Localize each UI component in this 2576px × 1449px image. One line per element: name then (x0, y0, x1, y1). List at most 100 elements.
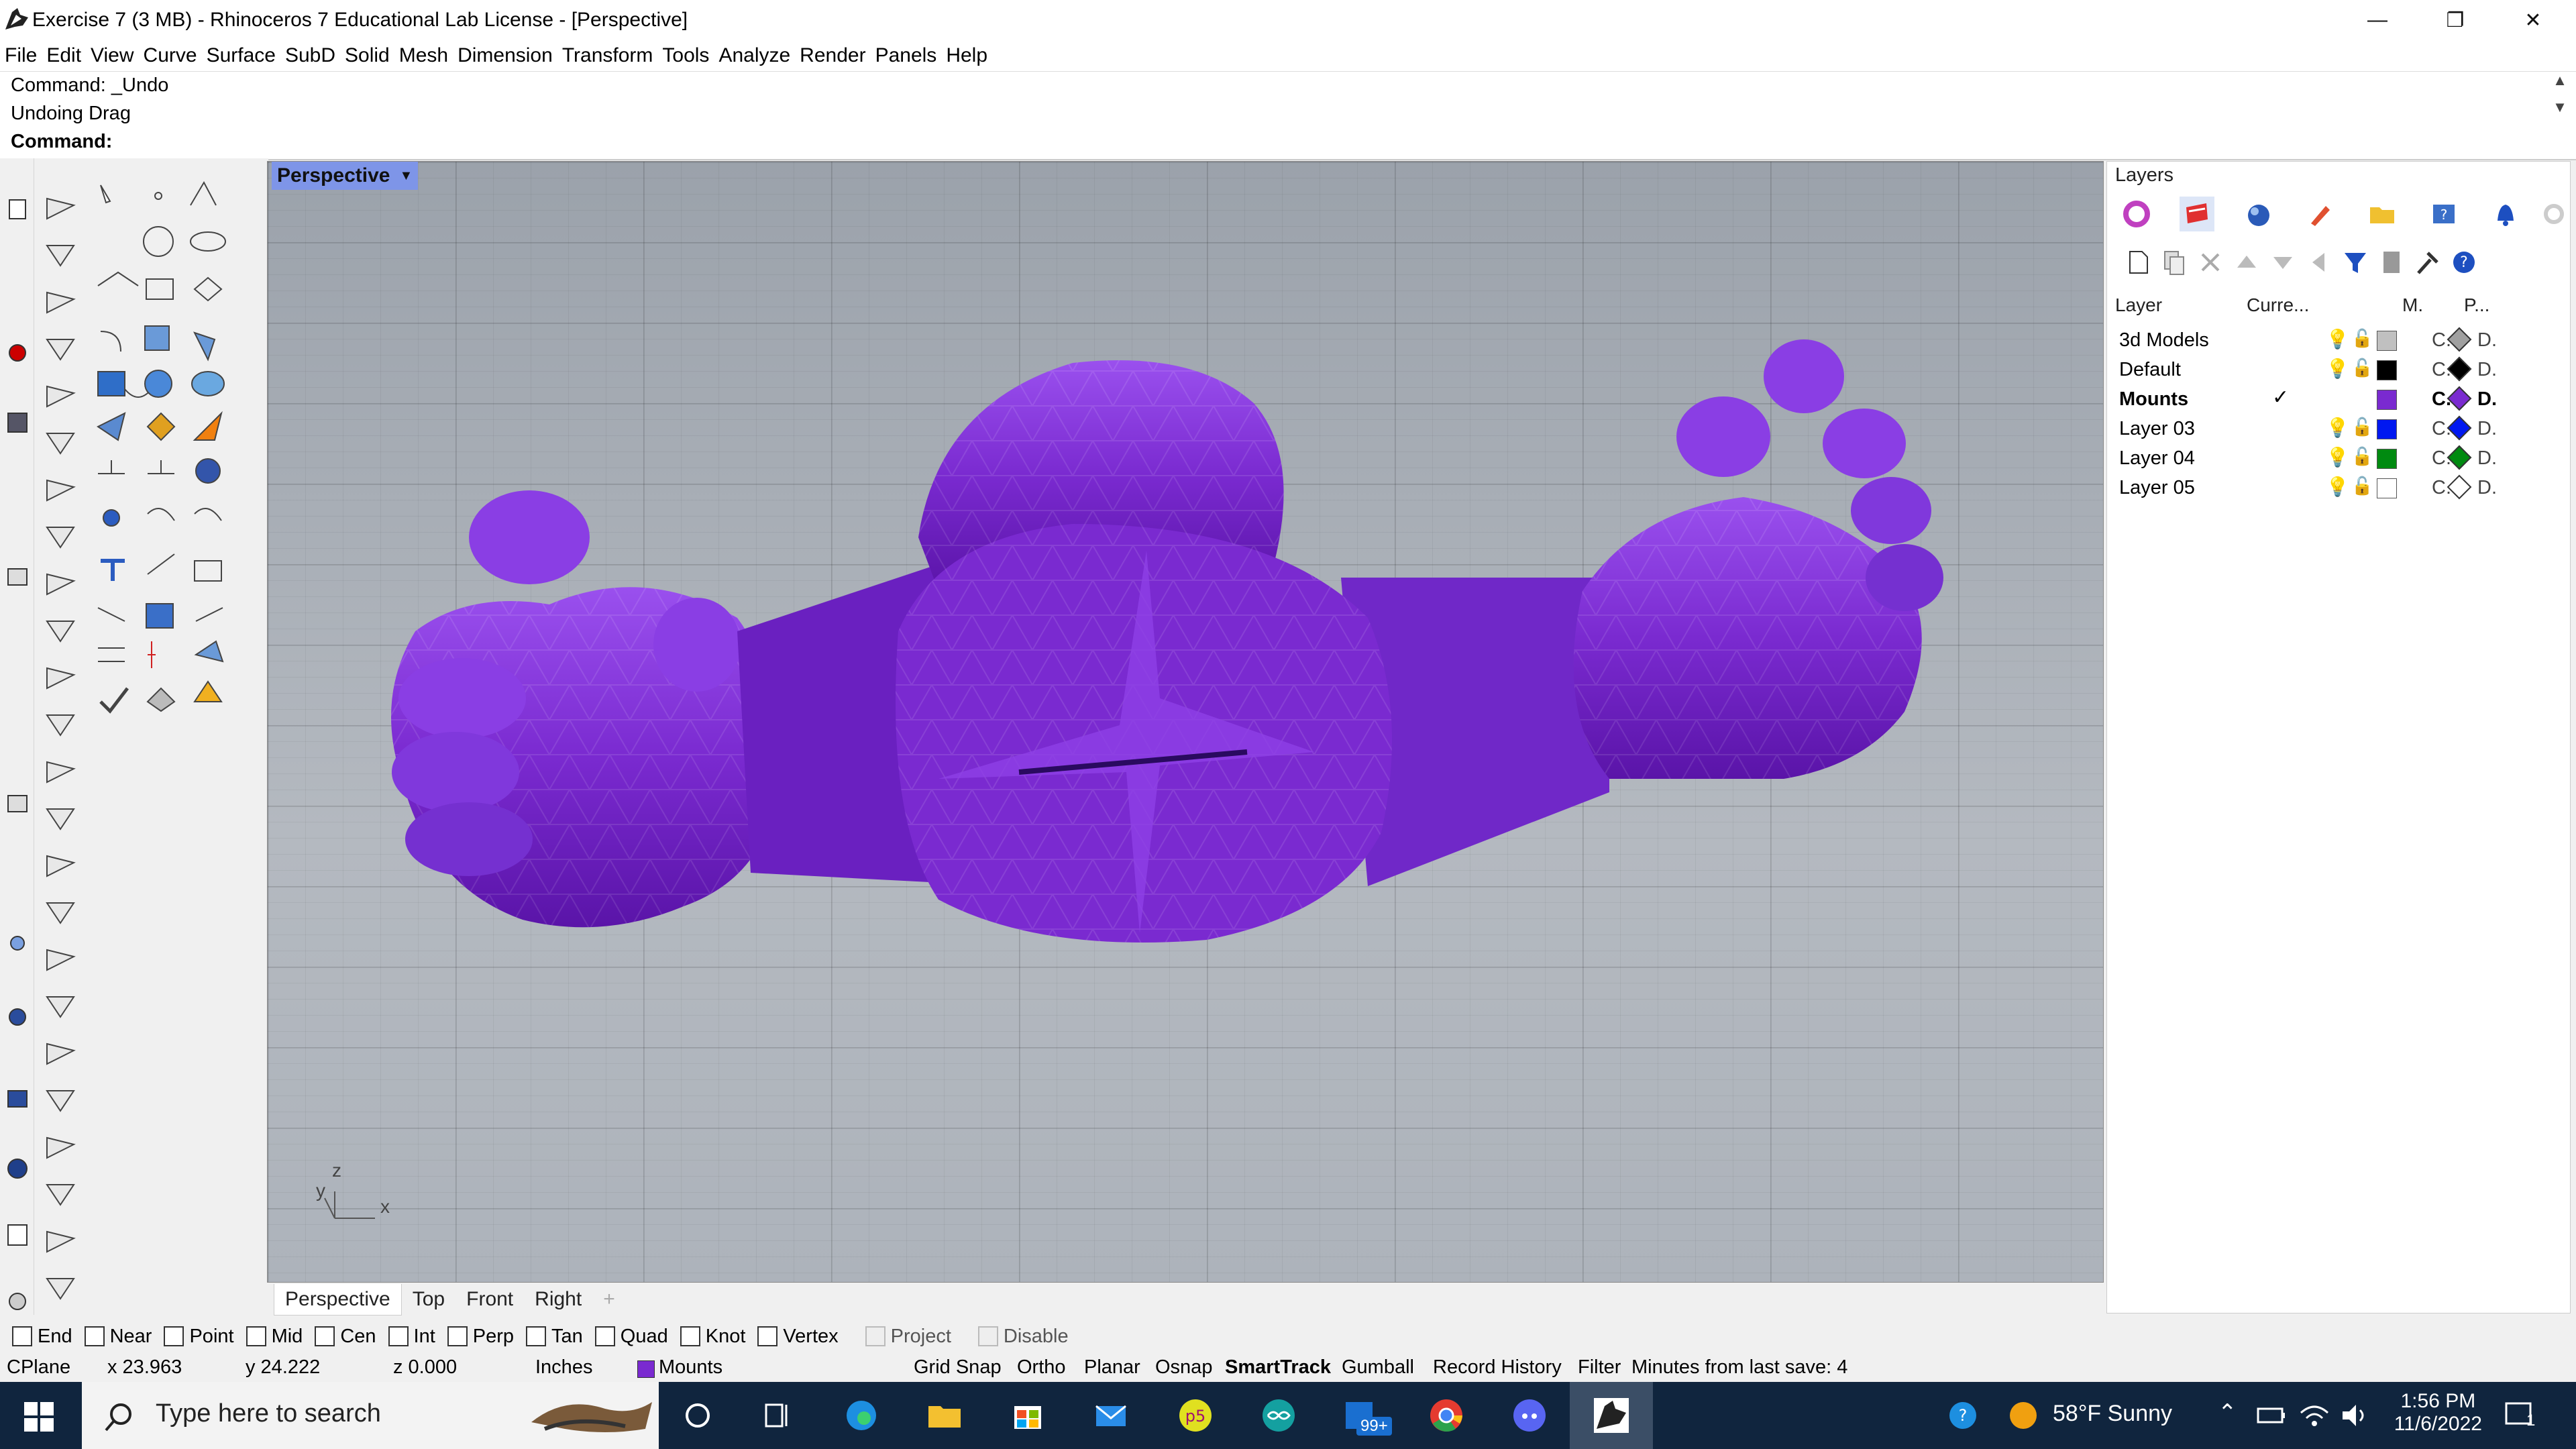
material-icon[interactable] (2303, 197, 2338, 231)
layer-row[interactable]: Layer 03 💡 🔓 C. D. (2111, 414, 2561, 443)
osnap-int[interactable]: Int (388, 1326, 435, 1348)
smarttrack-toggle[interactable]: SmartTrack (1225, 1356, 1331, 1379)
discord-icon[interactable] (1509, 1395, 1550, 1436)
osnap-mid[interactable]: Mid (246, 1326, 303, 1348)
add-tab-button[interactable]: + (592, 1284, 626, 1315)
osnap-point[interactable]: Point (164, 1326, 234, 1348)
menu-subd[interactable]: SubD (280, 41, 340, 70)
menu-transform[interactable]: Transform (557, 41, 658, 70)
gear-icon[interactable] (2536, 197, 2571, 231)
column-header-current[interactable]: Curre... (2247, 294, 2309, 316)
gumball-toggle[interactable]: Gumball (1342, 1356, 1414, 1379)
menu-view[interactable]: View (86, 41, 138, 70)
record-history-toggle[interactable]: Record History (1433, 1356, 1562, 1379)
osnap-end[interactable]: End (12, 1326, 72, 1348)
tab-front[interactable]: Front (455, 1284, 524, 1315)
checkbox[interactable] (526, 1326, 547, 1346)
layer-row[interactable]: Default 💡 🔓 C. D. (2111, 355, 2561, 384)
osnap-near[interactable]: Near (84, 1326, 152, 1348)
menu-help[interactable]: Help (941, 41, 992, 70)
layer-color-swatch[interactable] (2377, 419, 2397, 439)
ortho-toggle[interactable]: Ortho (1017, 1356, 1066, 1379)
command-input[interactable] (115, 131, 2530, 155)
osnap-tan[interactable]: Tan (526, 1326, 583, 1348)
checkbox[interactable] (865, 1326, 885, 1346)
delete-icon[interactable] (2194, 246, 2226, 278)
menu-dimension[interactable]: Dimension (453, 41, 557, 70)
lightbulb-icon[interactable]: 💡 (2326, 358, 2349, 380)
column-header-layer[interactable]: Layer (2115, 294, 2162, 316)
lock-open-icon[interactable]: 🔓 (2351, 417, 2373, 437)
osnap-disable[interactable]: Disable (977, 1326, 1069, 1348)
properties-icon[interactable] (2119, 197, 2154, 231)
new-sublayer-icon[interactable] (2158, 246, 2190, 278)
new-layer-icon[interactable] (2122, 246, 2154, 278)
menu-tools[interactable]: Tools (657, 41, 714, 70)
tab-right[interactable]: Right (524, 1284, 592, 1315)
help-panel-icon[interactable]: ? (2426, 197, 2461, 231)
menu-mesh[interactable]: Mesh (394, 41, 453, 70)
column-header-material[interactable]: M. (2402, 294, 2423, 316)
rhino-taskbar-button[interactable] (1570, 1382, 1653, 1449)
checkbox[interactable] (246, 1326, 266, 1346)
close-button[interactable]: ✕ (2494, 0, 2572, 40)
layer-color-swatch[interactable] (2377, 390, 2397, 410)
planar-toggle[interactable]: Planar (1084, 1356, 1140, 1379)
lightbulb-icon[interactable]: 💡 (2326, 476, 2349, 498)
layer-color-swatch[interactable] (2377, 478, 2397, 498)
wifi-icon[interactable] (2294, 1395, 2334, 1436)
tab-perspective[interactable]: Perspective (274, 1283, 402, 1316)
checkbox[interactable] (84, 1326, 105, 1346)
chevron-up-icon[interactable]: ⌃ (2218, 1399, 2237, 1426)
osnap-quad[interactable]: Quad (594, 1326, 668, 1348)
layer-print[interactable]: D. (2477, 418, 2497, 440)
grid-snap-toggle[interactable]: Grid Snap (914, 1356, 1002, 1379)
move-up-icon[interactable] (2231, 246, 2263, 278)
move-down-icon[interactable] (2267, 246, 2299, 278)
render-icon[interactable] (2241, 197, 2276, 231)
menu-file[interactable]: File (0, 41, 42, 70)
osnap-vertex[interactable]: Vertex (757, 1326, 839, 1348)
mail-icon[interactable] (1091, 1395, 1131, 1436)
weather-text[interactable]: 58°F Sunny (2053, 1401, 2172, 1427)
menu-surface[interactable]: Surface (202, 41, 280, 70)
checkbox[interactable] (315, 1326, 335, 1346)
help-icon[interactable]: ? (2448, 246, 2480, 278)
lightbulb-icon[interactable]: 💡 (2326, 417, 2349, 439)
p5-icon[interactable]: p5 (1175, 1395, 1216, 1436)
layer-print[interactable]: D. (2477, 329, 2497, 352)
maximize-button[interactable]: ❐ (2416, 0, 2494, 40)
windows-start-icon[interactable] (24, 1402, 54, 1432)
chevron-up-icon[interactable]: ▲ (2546, 72, 2573, 89)
notification-icon[interactable] (2488, 197, 2523, 231)
cplane-label[interactable]: CPlane (7, 1356, 70, 1379)
layer-color-swatch[interactable] (2377, 449, 2397, 469)
menu-curve[interactable]: Curve (139, 41, 202, 70)
menu-analyze[interactable]: Analyze (714, 41, 795, 70)
checkmark-icon[interactable]: ✓ (2272, 386, 2289, 409)
layers-tab-icon[interactable] (2180, 197, 2214, 231)
osnap-project[interactable]: Project (865, 1326, 951, 1348)
osnap-perp[interactable]: Perp (447, 1326, 514, 1348)
osnap-toggle[interactable]: Osnap (1155, 1356, 1212, 1379)
help-tray-icon[interactable]: ? (1943, 1395, 1983, 1436)
menu-solid[interactable]: Solid (340, 41, 394, 70)
checkbox[interactable] (164, 1326, 184, 1346)
store-icon[interactable] (1008, 1395, 1048, 1436)
layer-row-current[interactable]: Mounts ✓ C. D. (2111, 384, 2561, 414)
lightbulb-icon[interactable]: 💡 (2326, 446, 2349, 468)
mesh-model[interactable] (268, 162, 2103, 1282)
menu-panels[interactable]: Panels (871, 41, 942, 70)
task-view-icon[interactable] (758, 1395, 798, 1436)
tools-icon[interactable] (2412, 246, 2444, 278)
menu-edit[interactable]: Edit (42, 41, 86, 70)
perspective-viewport[interactable]: Perspective ▼ z y x (267, 161, 2104, 1283)
checkbox[interactable] (680, 1326, 700, 1346)
lock-open-icon[interactable]: 🔓 (2351, 476, 2373, 496)
checkbox[interactable] (977, 1326, 998, 1346)
arduino-icon[interactable] (1258, 1395, 1299, 1436)
checkbox[interactable] (388, 1326, 409, 1346)
layer-print[interactable]: D. (2477, 477, 2497, 499)
weather-sunny-icon[interactable] (2003, 1395, 2043, 1436)
lock-open-icon[interactable]: 🔓 (2351, 446, 2373, 467)
